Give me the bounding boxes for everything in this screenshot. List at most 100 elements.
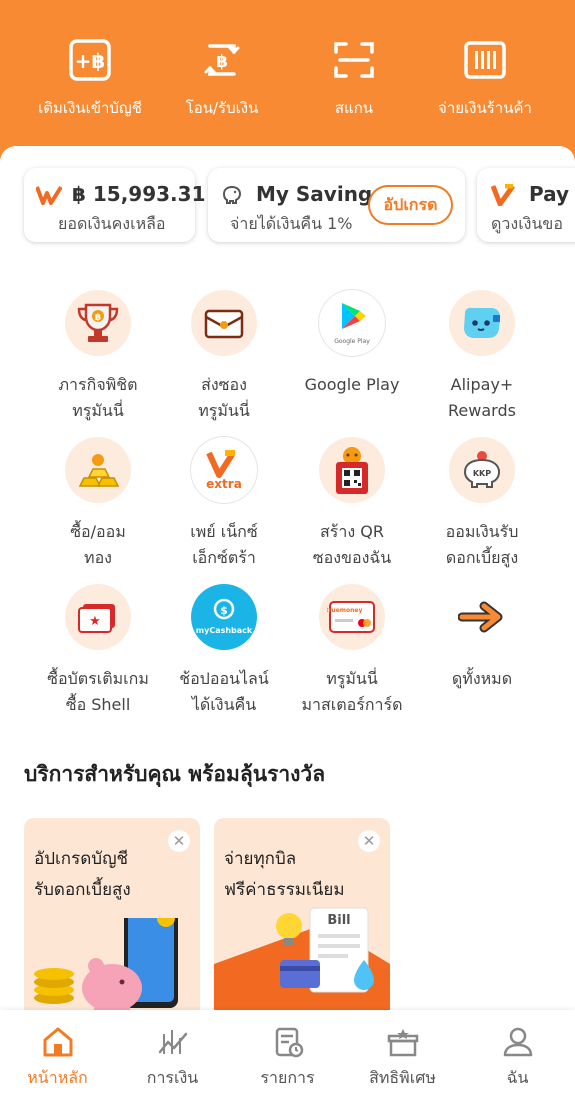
- profile-icon: [501, 1026, 535, 1058]
- service-envelope[interactable]: ส่งซอง ทรูมันนี่: [159, 290, 289, 424]
- balance-label: ยอดเงินคงเหลือ: [58, 214, 166, 233]
- svg-text:$: $: [220, 604, 228, 617]
- nav-label: รายการ: [260, 1068, 315, 1087]
- pay-next-subtitle: ดูวงเงินขอ: [491, 214, 563, 233]
- service-label: ภารกิจพิชิต ทรูมันนี่: [58, 375, 138, 420]
- balance-amount: ฿ 15,993.31: [72, 182, 206, 206]
- my-saving-title: My Saving: [256, 182, 373, 206]
- nav-home[interactable]: หน้าหลัก: [0, 1026, 115, 1091]
- top-header: +฿ เติมเงินเข้าบัญชี ฿ โอน/รับเงิน สแกน …: [0, 0, 575, 170]
- close-icon[interactable]: ✕: [358, 830, 380, 852]
- promo-card-bill[interactable]: จ่ายทุกบิล ฟรีค่าธรรมเนียม ✕ Bill: [214, 818, 390, 1016]
- svg-text:฿: ฿: [216, 52, 228, 72]
- scan-button[interactable]: สแกน: [289, 38, 419, 120]
- service-label: ส่งซอง ทรูมันนี่: [198, 375, 250, 420]
- google-play-logo-text: Google Play: [334, 338, 370, 345]
- service-qr-envelope[interactable]: สร้าง QR ซองของฉัน: [287, 437, 417, 571]
- service-gold[interactable]: ซื้อ/ออม ทอง: [33, 437, 163, 571]
- balance-chip[interactable]: ฿ 15,993.31 ยอดเงินคงเหลือ: [24, 168, 206, 242]
- pay-next-chip[interactable]: Pay N ดูวงเงินขอ: [477, 168, 575, 242]
- mycashback-logo-text: myCashback: [196, 626, 252, 635]
- top-up-button[interactable]: +฿ เติมเงินเข้าบัญชี: [25, 38, 155, 120]
- close-icon[interactable]: ✕: [168, 830, 190, 852]
- scan-label: สแกน: [334, 99, 374, 117]
- privilege-gift-icon: [386, 1026, 420, 1058]
- nav-label: ฉัน: [506, 1068, 529, 1087]
- paynext-extra-icon: extra: [191, 437, 257, 503]
- service-game-ticket[interactable]: ★ ซื้อบัตรเติมเกม ซื้อ Shell: [33, 584, 163, 718]
- service-label: ออมเงินรับ ดอกเบี้ยสูง: [445, 522, 519, 567]
- top-up-label: เติมเงินเข้าบัญชี: [38, 99, 142, 117]
- nav-label: การเงิน: [146, 1068, 199, 1087]
- promo-text: อัปเกรดบัญชี รับดอกเบี้ยสูง: [34, 849, 131, 900]
- arrow-right-icon: [449, 584, 515, 650]
- kkp-piggy-icon: KKP: [449, 437, 515, 503]
- nav-label: สิทธิพิเศษ: [369, 1068, 436, 1087]
- service-label: ดูทั้งหมด: [451, 669, 513, 688]
- service-paynext-extra[interactable]: extra เพย์ เน็กซ์ เอ็กซ์ตร้า: [159, 437, 289, 571]
- scan-icon: [332, 38, 376, 82]
- top-up-baht-icon: +฿: [68, 38, 112, 82]
- wallet-chips: ฿ 15,993.31 ยอดเงินคงเหลือ My Saving จ่า…: [0, 168, 575, 244]
- trophy-icon: ฿: [65, 290, 131, 356]
- service-see-all[interactable]: ดูทั้งหมด: [417, 584, 547, 692]
- service-label: ทรูมันนี่ มาสเตอร์การ์ด: [301, 669, 403, 714]
- promo-text: จ่ายทุกบิล ฟรีค่าธรรมเนียม: [224, 849, 345, 900]
- transactions-icon: [271, 1026, 305, 1058]
- service-label: Google Play: [304, 375, 400, 394]
- main-sheet: ฿ 15,993.31 ยอดเงินคงเหลือ My Saving จ่า…: [0, 146, 575, 1016]
- my-saving-chip[interactable]: My Saving จ่ายได้เงินคืน 1% อัปเกรด: [208, 168, 465, 242]
- extra-logo-text: extra: [206, 477, 242, 491]
- service-google-play[interactable]: Google Play Google Play: [287, 290, 417, 398]
- pay-next-title: Pay N: [529, 182, 575, 206]
- google-play-icon: Google Play: [319, 290, 385, 356]
- service-label: ซื้อ/ออม ทอง: [70, 522, 126, 567]
- transfer-button[interactable]: ฿ โอน/รับเงิน: [157, 38, 287, 120]
- mycashback-icon: $ myCashback: [191, 584, 257, 650]
- nav-profile[interactable]: ฉัน: [460, 1026, 575, 1091]
- service-kkp-saving[interactable]: KKP ออมเงินรับ ดอกเบี้ยสูง: [417, 437, 547, 571]
- service-label: เพย์ เน็กซ์ เอ็กซ์ตร้า: [190, 522, 258, 567]
- service-label: ซื้อบัตรเติมเกม ซื้อ Shell: [47, 669, 149, 714]
- alipay-mascot-icon: [449, 290, 515, 356]
- truemoney-logo-text: truemoney: [327, 607, 362, 614]
- game-ticket-icon: ★: [65, 584, 131, 650]
- pay-next-logo-icon: [491, 184, 515, 206]
- service-mission[interactable]: ฿ ภารกิจพิชิต ทรูมันนี่: [33, 290, 163, 424]
- nav-label: หน้าหลัก: [27, 1068, 88, 1087]
- pay-merchant-button[interactable]: จ่ายเงินร้านค้า: [420, 38, 550, 120]
- truemoney-card-icon: truemoney: [319, 584, 385, 650]
- barcode-pay-icon: [463, 38, 507, 82]
- service-mycashback[interactable]: $ myCashback ช้อปออนไลน์ ได้เงินคืน: [159, 584, 289, 718]
- piggy-outline-icon: [222, 185, 242, 204]
- pay-merchant-label: จ่ายเงินร้านค้า: [438, 99, 532, 117]
- bill-logo-text: Bill: [327, 913, 350, 928]
- section-title: บริการสำหรับคุณ พร้อมลุ้นรางวัล: [24, 762, 326, 786]
- qr-envelope-icon: [319, 437, 385, 503]
- bill-illustration: Bill: [214, 907, 390, 1016]
- finance-chart-icon: [156, 1026, 190, 1058]
- nav-transactions[interactable]: รายการ: [230, 1026, 345, 1091]
- service-label: Alipay+ Rewards: [448, 375, 516, 420]
- piggy-coins-illustration: [34, 918, 178, 1016]
- nav-finance[interactable]: การเงิน: [115, 1026, 230, 1091]
- wallet-logo-icon: [36, 185, 62, 205]
- service-alipay[interactable]: Alipay+ Rewards: [417, 290, 547, 424]
- promo-card-upgrade[interactable]: อัปเกรดบัญชี รับดอกเบี้ยสูง ✕: [24, 818, 200, 1016]
- service-label: สร้าง QR ซองของฉัน: [312, 522, 392, 567]
- svg-text:★: ★: [89, 614, 101, 629]
- gold-bars-icon: [65, 437, 131, 503]
- bottom-nav: หน้าหลัก การเงิน รายการ สิทธิพิเศษ ฉัน: [0, 1010, 575, 1095]
- transfer-label: โอน/รับเงิน: [185, 99, 259, 117]
- svg-text:฿: ฿: [95, 313, 101, 323]
- nav-privilege[interactable]: สิทธิพิเศษ: [345, 1026, 460, 1091]
- kkp-logo-text: KKP: [473, 469, 491, 478]
- home-icon: [41, 1026, 75, 1058]
- transfer-baht-icon: ฿: [200, 38, 244, 82]
- envelope-icon: [191, 290, 257, 356]
- my-saving-subtitle: จ่ายได้เงินคืน 1%: [230, 214, 353, 233]
- service-label: ช้อปออนไลน์ ได้เงินคืน: [179, 669, 269, 714]
- service-truemoney-card[interactable]: truemoney ทรูมันนี่ มาสเตอร์การ์ด: [287, 584, 417, 718]
- upgrade-button[interactable]: อัปเกรด: [368, 185, 453, 225]
- svg-text:+฿: +฿: [75, 49, 106, 73]
